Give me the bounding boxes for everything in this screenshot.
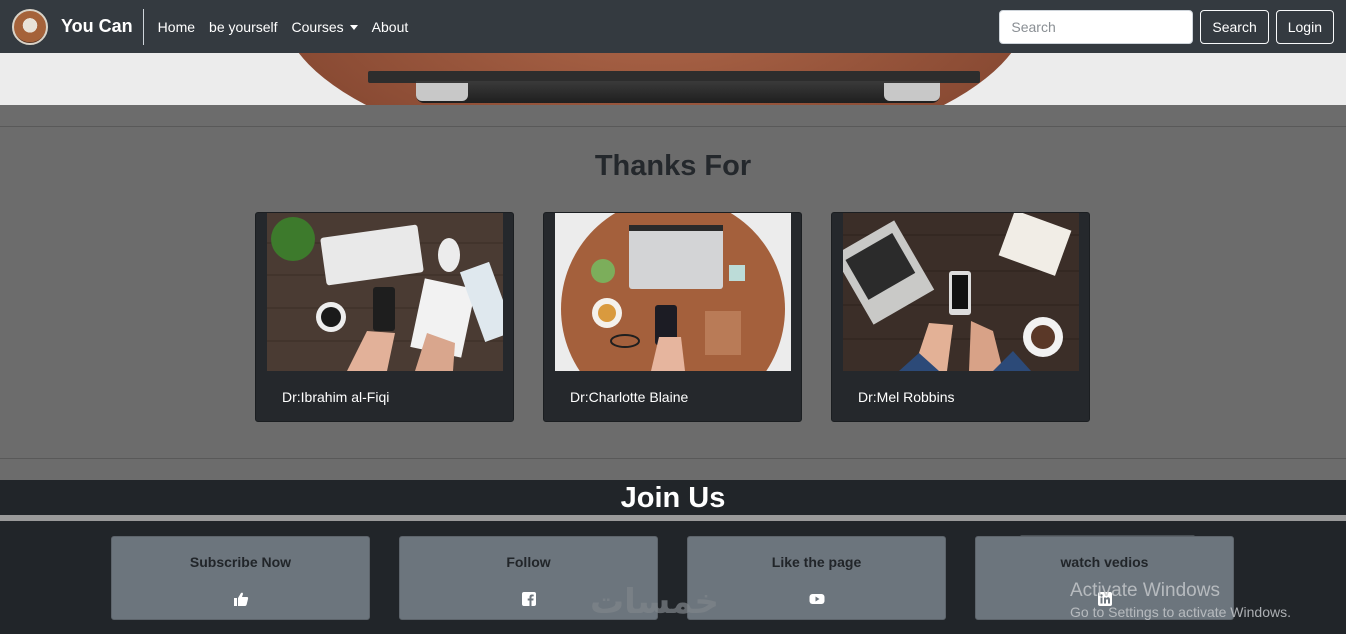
youtube-icon (809, 594, 824, 604)
hero-laptop-foot (884, 83, 940, 101)
brand-name[interactable]: You Can (61, 16, 133, 37)
activate-windows-subtitle: Go to Settings to activate Windows. (1070, 604, 1291, 620)
divider (0, 126, 1346, 127)
nav-right: Search Login (999, 9, 1334, 44)
hero-laptop-base (416, 81, 940, 103)
nav-link-about[interactable]: About (372, 19, 409, 35)
nav-dropdown-courses[interactable]: Courses (292, 19, 358, 35)
join-card-subscribe[interactable]: Subscribe Now (111, 536, 370, 620)
join-card-label: Subscribe Now (189, 554, 292, 570)
brand-logo[interactable] (12, 8, 48, 45)
thanks-title: Thanks For (594, 150, 752, 182)
join-card-label: watch vedios (1060, 554, 1149, 570)
divider (0, 458, 1346, 459)
hero-image (0, 53, 1346, 105)
nav-courses-label: Courses (291, 18, 344, 35)
nav-links: Home be yourself Courses About (158, 19, 409, 35)
join-card-like[interactable]: Like the page (687, 536, 946, 620)
login-button[interactable]: Login (1275, 9, 1334, 44)
hero-laptop-foot (416, 83, 468, 101)
instructor-card[interactable]: Dr:Mel Robbins (831, 212, 1090, 422)
thumbs-up-icon (233, 592, 248, 606)
caret-down-icon (349, 25, 358, 31)
navbar: You Can Home be yourself Courses About S… (0, 0, 1346, 53)
instructor-card[interactable]: Dr:Charlotte Blaine (543, 212, 802, 422)
instructor-card[interactable]: Dr:Ibrahim al-Fiqi (255, 212, 514, 422)
join-card-label: Follow (506, 554, 551, 570)
brand-divider (142, 8, 144, 45)
activate-windows-title: Activate Windows (1070, 580, 1220, 601)
card-image (843, 213, 1079, 371)
watermark-logo: خمسات (590, 583, 719, 621)
card-image (267, 213, 503, 371)
nav-link-home[interactable]: Home (158, 19, 195, 35)
card-image (555, 213, 791, 371)
join-title: Join Us (0, 480, 1346, 515)
facebook-icon (521, 592, 536, 606)
search-button[interactable]: Search (1200, 9, 1269, 44)
instructor-name: Dr:Charlotte Blaine (570, 389, 689, 405)
nav-link-be-yourself[interactable]: be yourself (209, 19, 277, 35)
search-input[interactable] (999, 9, 1194, 44)
join-card-label: Like the page (771, 554, 862, 570)
instructor-name: Dr:Mel Robbins (858, 389, 955, 405)
instructor-name: Dr:Ibrahim al-Fiqi (282, 389, 390, 405)
